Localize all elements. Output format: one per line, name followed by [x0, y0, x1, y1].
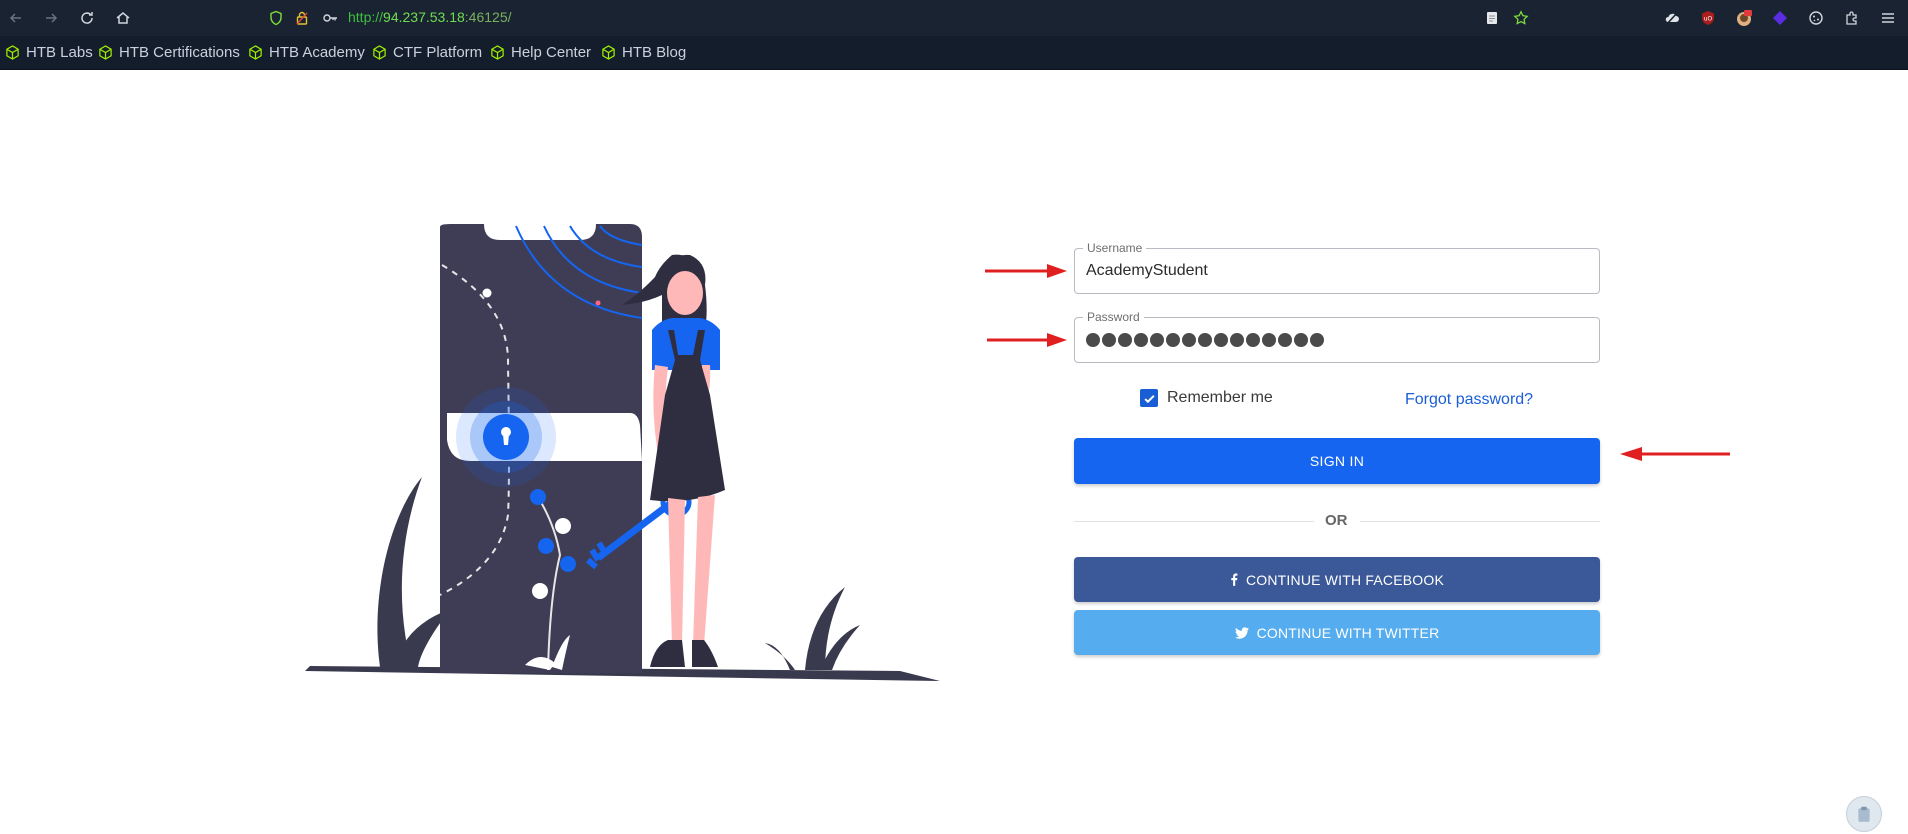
facebook-login-button[interactable]: CONTINUE WITH FACEBOOK — [1074, 557, 1600, 602]
password-label: Password — [1083, 310, 1144, 324]
forgot-password-link[interactable]: Forgot password? — [1405, 391, 1533, 409]
htb-cube-icon — [249, 45, 262, 60]
annotation-arrow-username — [985, 264, 1067, 278]
remember-me-checkbox[interactable]: Remember me — [1140, 389, 1273, 407]
browser-toolbar: http://94.237.53.18:46125/ uO — [0, 0, 1908, 36]
bookmark-label: HTB Certifications — [119, 44, 240, 61]
password-dot — [1246, 333, 1260, 347]
password-dot — [1198, 333, 1212, 347]
password-dot — [1262, 333, 1276, 347]
url-prefix: http:// — [348, 9, 384, 25]
url-port: :46125/ — [464, 9, 512, 25]
username-label: Username — [1083, 241, 1147, 255]
clipboard-icon[interactable] — [1846, 796, 1882, 832]
bookmark-htb-academy[interactable]: HTB Academy — [248, 44, 365, 61]
htb-cube-icon — [602, 45, 615, 60]
htb-cube-icon — [6, 45, 19, 60]
bookmarks-bar: HTB Labs HTB Certifications HTB Academy … — [0, 36, 1908, 70]
username-field[interactable]: Username — [1074, 241, 1600, 294]
extensions-puzzle-icon[interactable] — [1842, 8, 1862, 28]
extension-avatar-icon[interactable] — [1734, 8, 1754, 28]
sign-in-button[interactable]: SIGN IN — [1074, 438, 1600, 484]
password-dot — [1150, 333, 1164, 347]
forward-icon[interactable] — [41, 8, 61, 28]
back-icon[interactable] — [6, 8, 26, 28]
annotation-arrow-password — [987, 333, 1067, 347]
password-dot — [1310, 333, 1324, 347]
password-input[interactable] — [1086, 333, 1324, 347]
reload-icon[interactable] — [77, 8, 97, 28]
bookmark-htb-certifications[interactable]: HTB Certifications — [98, 44, 240, 61]
key-icon[interactable] — [320, 8, 340, 28]
password-dot — [1166, 333, 1180, 347]
facebook-icon — [1231, 573, 1238, 586]
password-dot — [1134, 333, 1148, 347]
remember-me-label: Remember me — [1167, 389, 1273, 406]
bookmark-star-icon[interactable] — [1511, 8, 1531, 28]
bookmark-help-center[interactable]: Help Center — [490, 44, 591, 61]
password-dot — [1214, 333, 1228, 347]
bookmark-ctf-platform[interactable]: CTF Platform — [372, 44, 482, 61]
annotation-arrow-signin — [1620, 447, 1730, 461]
bookmark-label: HTB Labs — [26, 44, 93, 61]
extension-diamond-icon[interactable] — [1770, 8, 1790, 28]
twitter-login-button[interactable]: CONTINUE WITH TWITTER — [1074, 610, 1600, 655]
password-dot — [1118, 333, 1132, 347]
divider-line — [1360, 521, 1600, 522]
twitter-login-label: CONTINUE WITH TWITTER — [1256, 624, 1440, 641]
password-dot — [1182, 333, 1196, 347]
shield-icon[interactable] — [266, 8, 286, 28]
bookmark-label: Help Center — [511, 44, 592, 61]
htb-cube-icon — [491, 45, 504, 60]
cookie-icon[interactable] — [1806, 8, 1826, 28]
or-divider: OR — [1074, 511, 1600, 531]
extension-cloud-icon[interactable] — [1662, 8, 1682, 28]
menu-icon[interactable] — [1878, 8, 1898, 28]
bookmark-label: CTF Platform — [393, 44, 483, 61]
checkbox-checked-icon[interactable] — [1140, 389, 1158, 407]
url-host: 94.237.53.18 — [383, 9, 465, 25]
bookmark-htb-labs[interactable]: HTB Labs — [5, 44, 93, 61]
bookmark-htb-blog[interactable]: HTB Blog — [601, 44, 686, 61]
password-field[interactable]: Password — [1074, 310, 1600, 363]
reader-view-icon[interactable] — [1482, 8, 1502, 28]
htb-cube-icon — [99, 45, 112, 60]
password-dot — [1278, 333, 1292, 347]
ublock-icon[interactable]: uO — [1698, 8, 1718, 28]
bookmark-label: HTB Blog — [622, 44, 687, 61]
home-icon[interactable] — [113, 8, 133, 28]
lock-icon[interactable] — [292, 8, 312, 28]
login-illustration — [305, 224, 940, 681]
url-bar[interactable]: http://94.237.53.18:46125/ — [348, 9, 512, 25]
password-dot — [1230, 333, 1244, 347]
username-input[interactable] — [1086, 262, 1586, 280]
password-dot — [1086, 333, 1100, 347]
svg-text:uO: uO — [1704, 16, 1713, 23]
or-label: OR — [1325, 512, 1348, 529]
divider-line — [1074, 521, 1314, 522]
bookmark-label: HTB Academy — [269, 44, 365, 61]
htb-cube-icon — [373, 45, 386, 60]
password-dot — [1102, 333, 1116, 347]
password-dot — [1294, 333, 1308, 347]
facebook-login-label: CONTINUE WITH FACEBOOK — [1245, 571, 1445, 588]
twitter-icon — [1234, 626, 1249, 639]
